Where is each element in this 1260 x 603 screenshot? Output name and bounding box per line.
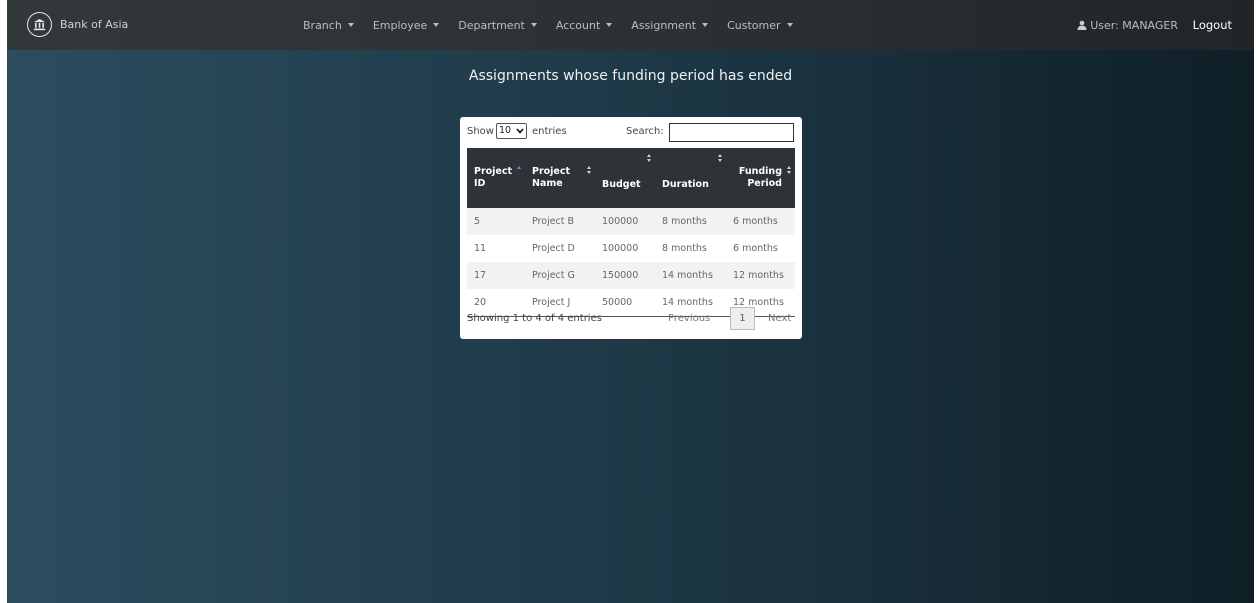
entries-select[interactable]: 10 [496, 123, 527, 139]
table-row: 17 Project G 150000 14 months 12 months [467, 262, 795, 289]
cell-project-name: Project D [532, 243, 575, 254]
column-header-label: Duration [662, 179, 709, 190]
cell-budget: 100000 [595, 208, 655, 235]
app-frame: Bank of Asia Branch Employee Department … [7, 0, 1254, 603]
table-row: 5 Project B 100000 8 months 6 months [467, 208, 795, 235]
nav-customer-dropdown[interactable]: Customer [727, 18, 793, 32]
caret-down-icon [786, 23, 793, 27]
nav-account-label: Account [555, 18, 601, 32]
logout-link[interactable]: Logout [1193, 0, 1232, 50]
nav-department-label: Department [458, 18, 525, 32]
nav-department-dropdown[interactable]: Department [458, 19, 537, 32]
cell-budget: 50000 [595, 289, 655, 317]
cell-duration: 8 months [655, 208, 726, 235]
caret-down-icon [347, 23, 354, 27]
nav-branch-label: Branch [303, 18, 342, 32]
nav-assignment-dropdown[interactable]: Assignment [631, 18, 709, 32]
nav-branch-dropdown[interactable]: Branch [303, 19, 354, 32]
cell-funding-period: 6 months [733, 243, 778, 254]
brand-name: Bank of Asia [60, 18, 129, 31]
caret-down-icon [606, 23, 613, 27]
cell-budget: 150000 [595, 262, 655, 289]
nav-menu: Branch Employee Department Account Assig… [303, 0, 812, 50]
table-header-row: Project ID Project Name Budget Duration [467, 148, 795, 208]
brand-link[interactable]: Bank of Asia [27, 11, 128, 38]
column-header-label: Funding Period [738, 166, 782, 189]
column-header-project-id[interactable]: Project ID [467, 148, 525, 208]
page-title: Assignments whose funding period has end… [468, 68, 793, 84]
sort-ascending-icon [517, 166, 522, 176]
table-row: 11 Project D 100000 8 months 6 months [467, 235, 795, 262]
bank-icon [27, 12, 52, 37]
navbar: Bank of Asia Branch Employee Department … [7, 0, 1254, 50]
datatable-card: Show 10 entries Search: Project ID Proje… [460, 117, 802, 339]
sort-icon [587, 166, 592, 176]
current-user: User: MANAGER [1077, 0, 1178, 50]
cell-project-id: 5 [467, 208, 525, 235]
column-header-duration[interactable]: Duration [655, 148, 726, 208]
cell-funding-period: 6 months [726, 208, 795, 235]
cell-project-id: 17 [467, 262, 525, 289]
caret-down-icon [702, 23, 709, 27]
cell-funding-period: 12 months [726, 262, 795, 289]
chevron-down-icon [516, 128, 524, 134]
nav-employee-label: Employee [372, 18, 428, 32]
sort-icon [787, 166, 792, 176]
assignments-table: Project ID Project Name Budget Duration [467, 148, 795, 317]
column-header-project-name[interactable]: Project Name [525, 148, 595, 208]
cell-project-name: Project B [525, 208, 595, 235]
next-page-button[interactable]: Next [768, 313, 791, 324]
previous-page-button[interactable]: Previous [668, 313, 710, 324]
user-label: User: MANAGER [1090, 18, 1178, 32]
user-icon [1077, 20, 1087, 30]
page-1-button[interactable]: 1 [730, 307, 755, 330]
search-input[interactable] [669, 123, 794, 142]
column-header-label: Budget [602, 179, 641, 190]
cell-duration: 14 months [655, 262, 726, 289]
show-label: Show [467, 126, 494, 137]
entries-select-value: 10 [499, 125, 512, 136]
caret-down-icon [530, 23, 537, 27]
column-header-budget[interactable]: Budget [595, 148, 655, 208]
cell-project-name: Project G [525, 262, 595, 289]
caret-down-icon [433, 23, 440, 27]
column-header-funding-period[interactable]: Funding Period [726, 148, 795, 208]
nav-account-dropdown[interactable]: Account [555, 18, 613, 32]
search-label: Search: [626, 126, 664, 137]
sort-icon [718, 154, 723, 164]
cell-budget: 100000 [602, 243, 639, 254]
cell-project-id: 11 [474, 243, 487, 254]
sort-icon [647, 154, 652, 164]
entries-label: entries [532, 126, 567, 137]
nav-customer-label: Customer [727, 18, 781, 32]
nav-assignment-label: Assignment [631, 18, 697, 32]
column-header-label: Project ID [474, 166, 513, 189]
cell-duration: 8 months [662, 243, 707, 254]
nav-employee-dropdown[interactable]: Employee [372, 18, 440, 32]
table-info: Showing 1 to 4 of 4 entries [467, 313, 602, 324]
column-header-label: Project Name [532, 166, 571, 189]
